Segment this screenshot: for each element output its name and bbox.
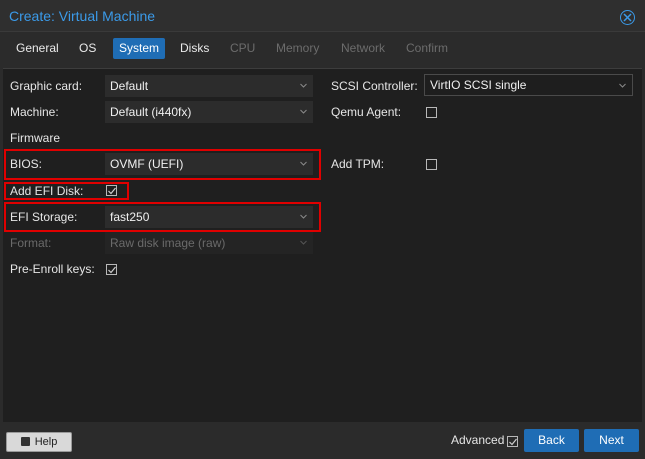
system-form-panel: Graphic card: Default Machine: Default (… — [3, 68, 642, 422]
tab-system[interactable]: System — [113, 38, 166, 59]
format-value: Raw disk image (raw) — [110, 236, 226, 250]
pre-enroll-keys-checkbox[interactable] — [106, 264, 117, 275]
help-button-label: Help — [34, 436, 58, 448]
add-efi-disk-checkbox[interactable] — [106, 185, 117, 196]
dialog-titlebar: Create: Virtual Machine — [0, 0, 645, 32]
chevron-down-icon — [300, 214, 307, 219]
tab-network: Network — [341, 41, 386, 55]
tab-cpu: CPU — [230, 41, 256, 55]
checkmark-icon — [108, 187, 116, 195]
advanced-checkbox[interactable] — [507, 436, 518, 447]
tab-general[interactable]: General — [10, 38, 65, 59]
close-button[interactable] — [620, 10, 635, 25]
graphic-card-select[interactable]: Default — [105, 75, 313, 97]
bios-value: OVMF (UEFI) — [110, 157, 184, 171]
firmware-heading: Firmware — [10, 131, 60, 145]
efi-storage-value: fast250 — [110, 210, 150, 224]
qemu-agent-label: Qemu Agent: — [331, 105, 402, 119]
scsi-controller-value: VirtIO SCSI single — [430, 78, 527, 92]
graphic-card-value: Default — [110, 79, 149, 93]
tab-os[interactable]: OS — [73, 38, 102, 59]
machine-value: Default (i440fx) — [110, 105, 192, 119]
graphic-card-label: Graphic card: — [10, 79, 83, 93]
qemu-agent-checkbox[interactable] — [426, 107, 437, 118]
format-select: Raw disk image (raw) — [105, 232, 313, 254]
checkmark-icon — [509, 438, 517, 446]
efi-storage-label: EFI Storage: — [10, 210, 78, 224]
wizard-tabs: General OS System Disks CPU Memory Netwo… — [0, 36, 645, 62]
bios-label: BIOS: — [10, 157, 43, 171]
dialog-title: Create: Virtual Machine — [9, 8, 156, 24]
tab-memory: Memory — [276, 41, 320, 55]
chevron-down-icon — [300, 240, 307, 245]
machine-select[interactable]: Default (i440fx) — [105, 101, 313, 123]
checkmark-icon — [108, 266, 116, 274]
add-tpm-label: Add TPM: — [331, 157, 385, 171]
pre-enroll-keys-label: Pre-Enroll keys: — [10, 262, 95, 276]
dialog-footer: Help Advanced Back Next — [0, 424, 645, 459]
scsi-controller-label: SCSI Controller: — [331, 79, 418, 93]
efi-storage-select[interactable]: fast250 — [105, 206, 313, 228]
advanced-label: Advanced — [451, 433, 505, 447]
add-efi-disk-label: Add EFI Disk: — [10, 184, 84, 198]
format-label: Format: — [10, 236, 52, 250]
tab-confirm: Confirm — [406, 41, 449, 55]
help-button[interactable]: Help — [6, 432, 72, 452]
chevron-down-icon — [619, 83, 626, 88]
chevron-down-icon — [300, 161, 307, 166]
bios-select[interactable]: OVMF (UEFI) — [105, 153, 313, 175]
scsi-controller-select[interactable]: VirtIO SCSI single — [424, 74, 633, 96]
close-icon — [623, 13, 632, 22]
next-button[interactable]: Next — [584, 429, 639, 452]
machine-label: Machine: — [10, 105, 59, 119]
add-tpm-checkbox[interactable] — [426, 159, 437, 170]
tab-disks[interactable]: Disks — [174, 38, 215, 59]
chevron-down-icon — [300, 83, 307, 88]
help-icon — [20, 437, 30, 446]
chevron-down-icon — [300, 109, 307, 114]
back-button[interactable]: Back — [524, 429, 579, 452]
